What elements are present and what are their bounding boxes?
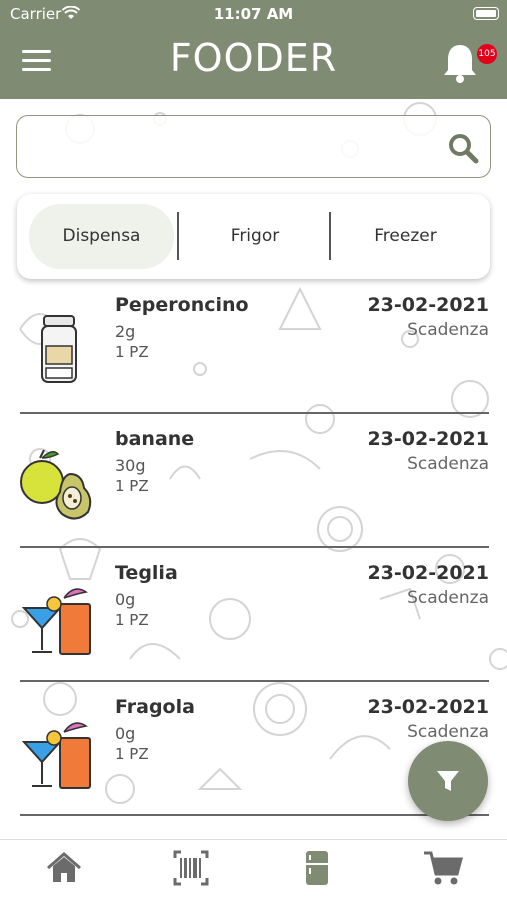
item-expiry-date: 23-02-2021 (367, 294, 489, 316)
item-unit: 1 PZ (115, 611, 149, 629)
fruit-icon (20, 449, 92, 520)
filter-icon (437, 771, 459, 791)
list-item[interactable]: Teglia 0g 1 PZ 23-02-2021 Scadenza (0, 548, 507, 682)
item-name: Teglia (115, 562, 178, 584)
filter-button[interactable] (408, 741, 488, 821)
cart-icon[interactable] (423, 848, 463, 888)
battery-icon (473, 7, 499, 20)
item-expiry-label: Scadenza (407, 588, 489, 608)
item-quantity: 30g (115, 456, 146, 475)
item-unit: 1 PZ (115, 343, 149, 361)
item-expiry-label: Scadenza (407, 454, 489, 474)
tab-divider (177, 212, 179, 260)
barcode-icon[interactable] (171, 848, 211, 888)
item-name: Fragola (115, 696, 195, 718)
app-header: Carrier 11:07 AM FOODER 105 (0, 0, 507, 99)
item-name: Peperoncino (115, 294, 249, 316)
tab-frigor[interactable]: Frigor (181, 204, 329, 269)
item-expiry-date: 23-02-2021 (367, 696, 489, 718)
bottom-navigation (0, 839, 507, 900)
list-item[interactable]: Peperoncino 2g 1 PZ 23-02-2021 Scadenza (0, 280, 507, 414)
item-expiry-date: 23-02-2021 (367, 562, 489, 584)
tab-freezer[interactable]: Freezer (333, 204, 478, 269)
storage-tabs: Dispensa Frigor Freezer (17, 194, 490, 279)
list-item[interactable]: banane 30g 1 PZ 23-02-2021 Scadenza (0, 414, 507, 548)
home-icon[interactable] (44, 848, 84, 888)
status-time: 11:07 AM (213, 5, 294, 23)
search-field[interactable] (16, 115, 491, 178)
item-quantity: 2g (115, 322, 136, 341)
fridge-icon[interactable] (297, 848, 337, 888)
item-expiry-date: 23-02-2021 (367, 428, 489, 450)
status-bar: Carrier 11:07 AM (0, 5, 507, 25)
tab-dispensa[interactable]: Dispensa (29, 204, 174, 269)
item-quantity: 0g (115, 724, 136, 743)
item-quantity: 0g (115, 590, 136, 609)
bell-icon[interactable] (440, 42, 480, 84)
notification-badge: 105 (477, 44, 497, 64)
drinks-icon (21, 588, 91, 655)
divider (20, 814, 489, 816)
item-name: banane (115, 428, 195, 450)
drinks-icon (21, 722, 91, 789)
item-expiry-label: Scadenza (407, 320, 489, 340)
item-unit: 1 PZ (115, 745, 149, 763)
item-unit: 1 PZ (115, 477, 149, 495)
app-logo: FOODER (169, 36, 338, 80)
tab-divider (329, 212, 331, 260)
jar-icon (41, 315, 77, 383)
item-expiry-label: Scadenza (407, 722, 489, 742)
search-icon[interactable] (447, 132, 479, 164)
